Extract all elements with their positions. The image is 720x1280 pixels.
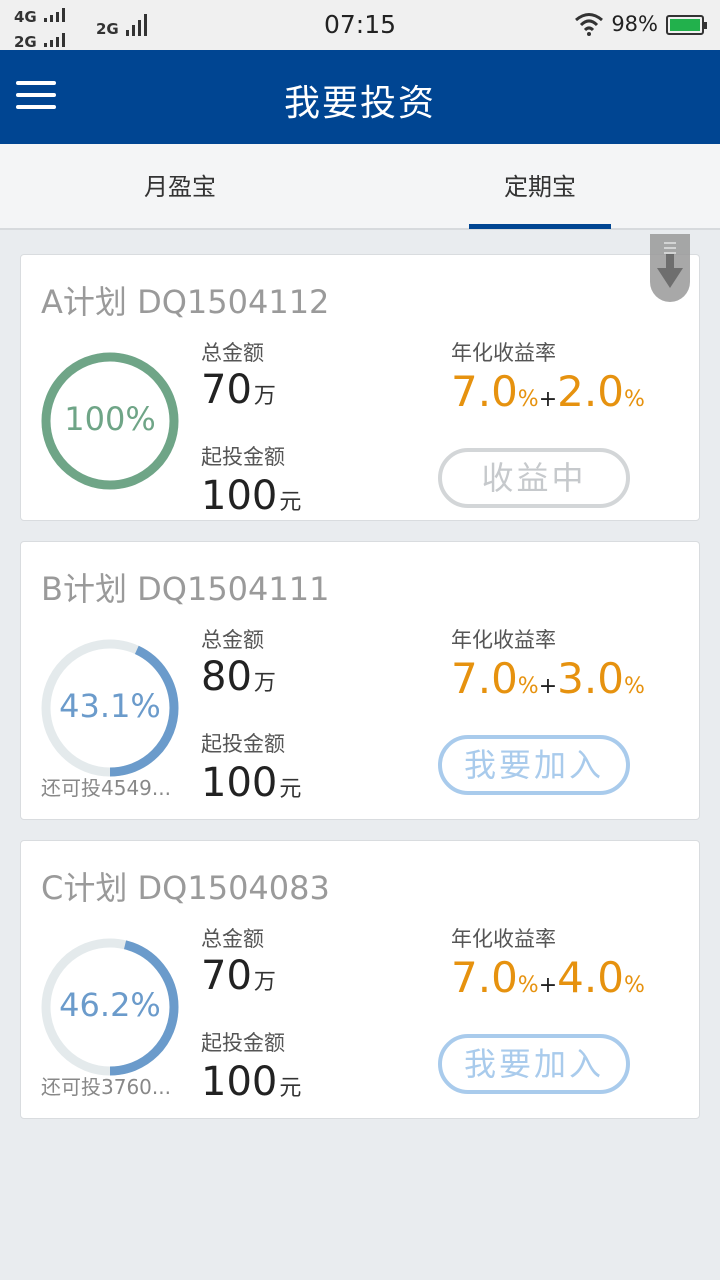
join-button[interactable]: 我要加入 (438, 1034, 630, 1094)
min-invest-unit: 元 (279, 777, 302, 802)
scroll-down-handle[interactable] (650, 234, 690, 302)
tab-yueyingbao[interactable]: 月盈宝 (0, 144, 360, 230)
total-unit: 万 (253, 970, 276, 995)
plan-title: C计划 DQ1504083 (41, 869, 330, 907)
min-invest-amount: 100元 (201, 760, 301, 806)
total-label: 总金额 (201, 341, 264, 365)
progress-percent: 43.1% (59, 687, 161, 725)
plan-title: A计划 DQ1504112 (41, 283, 330, 321)
plus-sign: + (538, 973, 558, 998)
min-invest-value: 100 (201, 760, 278, 806)
percent-sign: % (623, 973, 645, 998)
percent-sign: % (517, 674, 539, 699)
plan-card[interactable]: B计划 DQ1504111 43.1% 还可投4549... 总金额 80万 起… (20, 541, 700, 820)
page-title: 我要投资 (283, 83, 436, 124)
battery-icon (666, 15, 707, 35)
plus-sign: + (538, 674, 558, 699)
percent-sign: % (517, 387, 539, 412)
wifi-icon (575, 13, 603, 36)
min-invest-label: 起投金额 (201, 732, 285, 756)
min-invest-amount: 100元 (201, 1059, 301, 1105)
base-rate: 7.0 (451, 953, 518, 1002)
battery-percent: 98% (611, 12, 658, 36)
percent-sign: % (623, 674, 645, 699)
total-value: 70 (201, 367, 252, 413)
min-invest-amount: 100元 (201, 473, 301, 519)
percent-sign: % (517, 973, 539, 998)
annual-rate-label: 年化收益率 (451, 341, 556, 365)
app-header: 我要投资 (0, 50, 720, 144)
total-value: 70 (201, 953, 252, 999)
min-invest-unit: 元 (279, 490, 302, 515)
min-invest-label: 起投金额 (201, 1031, 285, 1055)
percent-sign: % (623, 387, 645, 412)
plus-sign: + (538, 387, 558, 412)
total-value: 80 (201, 654, 252, 700)
plan-card[interactable]: C计划 DQ1504083 46.2% 还可投3760... 总金额 70万 起… (20, 840, 700, 1119)
bonus-rate: 2.0 (557, 367, 624, 416)
min-invest-label: 起投金额 (201, 445, 285, 469)
min-invest-value: 100 (201, 473, 278, 519)
tab-selected-indicator (469, 224, 611, 229)
progress-percent: 46.2% (59, 986, 161, 1024)
total-label: 总金额 (201, 628, 264, 652)
min-invest-unit: 元 (279, 1076, 302, 1101)
bonus-rate: 3.0 (557, 654, 624, 703)
earning-status-button: 收益中 (438, 448, 630, 508)
annual-rate: 7.0%+4.0% (451, 953, 645, 1002)
base-rate: 7.0 (451, 367, 518, 416)
total-unit: 万 (253, 671, 276, 696)
annual-rate-label: 年化收益率 (451, 628, 556, 652)
annual-rate-label: 年化收益率 (451, 927, 556, 951)
tab-bar: 月盈宝 定期宝 (0, 144, 720, 230)
arrow-down-icon (657, 268, 683, 288)
total-label: 总金额 (201, 927, 264, 951)
remaining-amount: 还可投3760... (41, 1075, 171, 1099)
join-button[interactable]: 我要加入 (438, 735, 630, 795)
bonus-rate: 4.0 (557, 953, 624, 1002)
remaining-amount: 还可投4549... (41, 776, 171, 800)
min-invest-value: 100 (201, 1059, 278, 1105)
base-rate: 7.0 (451, 654, 518, 703)
total-amount: 70万 (201, 367, 276, 413)
total-amount: 80万 (201, 654, 276, 700)
tab-dingqibao[interactable]: 定期宝 (360, 144, 720, 230)
annual-rate: 7.0%+2.0% (451, 367, 645, 416)
total-amount: 70万 (201, 953, 276, 999)
plan-title: B计划 DQ1504111 (41, 570, 330, 608)
total-unit: 万 (253, 384, 276, 409)
plan-card[interactable]: A计划 DQ1504112 100% 总金额 70万 起投金额 100元 年化收… (20, 254, 700, 521)
status-bar: 4G 2G 2G 07:15 98% (0, 0, 720, 51)
annual-rate: 7.0%+3.0% (451, 654, 645, 703)
progress-percent: 100% (64, 400, 156, 438)
